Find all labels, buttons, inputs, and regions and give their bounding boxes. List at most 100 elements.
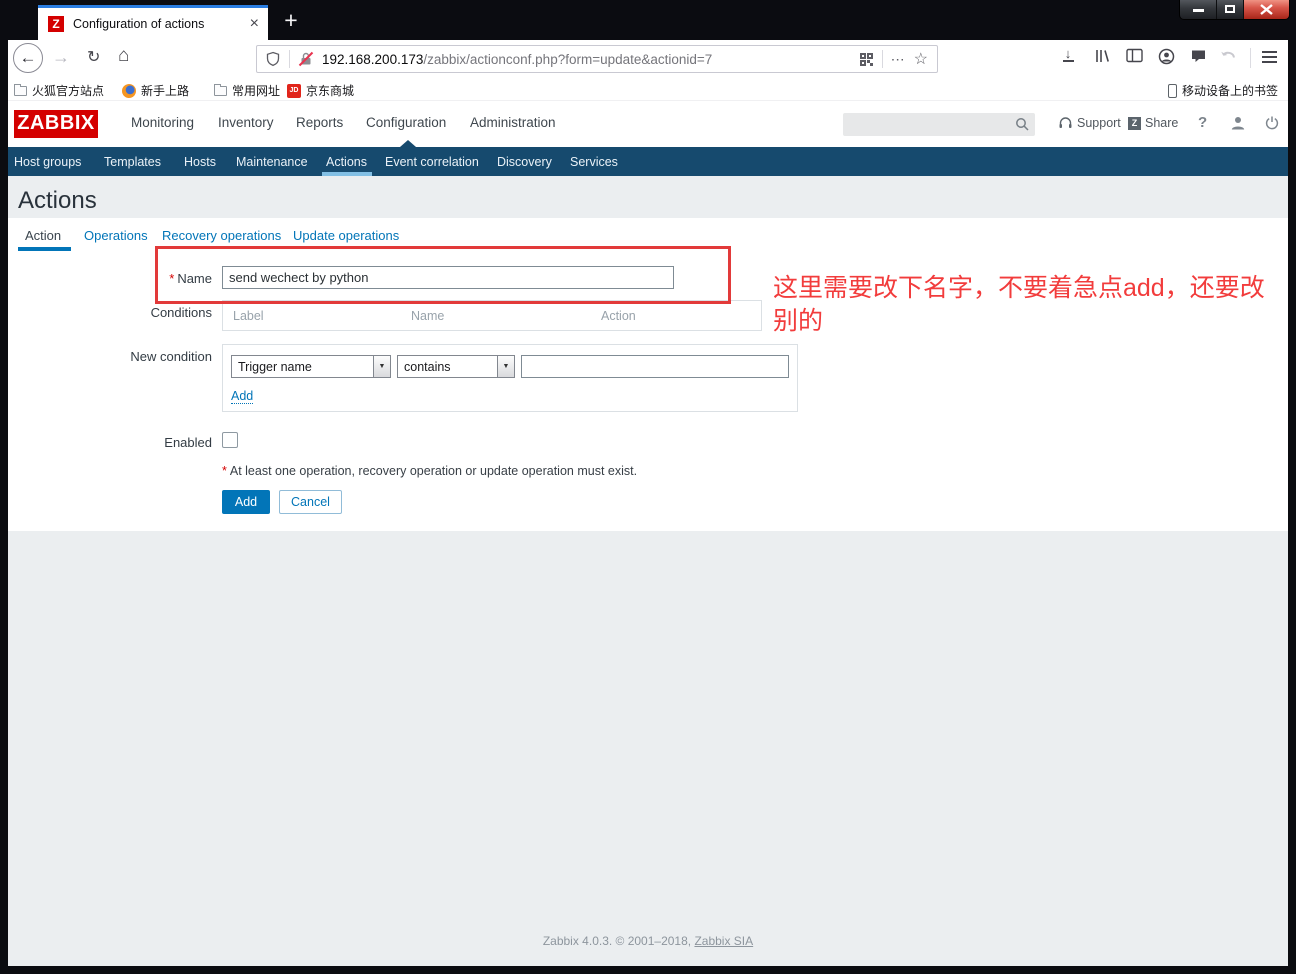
minimize-button[interactable] [1180,0,1217,19]
subnav-actions[interactable]: Actions [326,155,367,169]
folder-icon [14,83,27,96]
tab-title: Configuration of actions [73,17,205,31]
tab-close-icon[interactable]: × [250,16,259,32]
folder-icon [214,83,227,96]
browser-chrome: ← → ↻ ⌂ 192.168.200.173/zabbix/actioncon… [8,40,1288,100]
headset-icon [1059,117,1072,128]
new-condition-label: New condition [130,349,212,364]
condition-type-select[interactable]: Trigger name ▼ [231,355,391,378]
zabbix-favicon-icon: Z [48,16,64,32]
zabbix-subnav: Host groups Templates Hosts Maintenance … [8,140,1288,176]
tab-update-operations[interactable]: Update operations [293,228,399,243]
conditions-header-name: Name [411,309,445,323]
bookmark-star-icon[interactable]: ☆ [914,49,928,69]
active-menu-notch [400,140,416,147]
required-asterisk: * [222,464,227,478]
add-condition-link[interactable]: Add [231,389,254,404]
browser-tab[interactable]: Z Configuration of actions × [38,5,268,40]
qr-scan-icon[interactable] [859,52,874,67]
url-domain: 192.168.200.173 [322,51,424,67]
window-titlebar: Z Configuration of actions × + [0,0,1296,40]
url-bar[interactable]: 192.168.200.173/zabbix/actionconf.php?fo… [256,45,938,73]
tab-action[interactable]: Action [25,228,61,243]
new-tab-button[interactable]: + [278,8,304,34]
close-button[interactable] [1244,0,1289,19]
subnav-event-correlation[interactable]: Event correlation [385,155,479,169]
help-icon[interactable]: ? [1198,114,1207,131]
page-content: Actions Action Operations Recovery opera… [8,176,1288,966]
tab-recovery-operations[interactable]: Recovery operations [162,228,281,243]
sidebar-icon[interactable] [1126,48,1143,68]
tab-operations[interactable]: Operations [84,228,148,243]
bookmark-item[interactable]: JD 京东商城 [287,82,354,99]
undo-sync-icon[interactable] [1220,48,1237,68]
url-path: /zabbix/actionconf.php?form=update&actio… [423,51,713,67]
condition-operator-select[interactable]: contains ▼ [397,355,515,378]
tab-active-underline [18,247,71,251]
url-text[interactable]: 192.168.200.173/zabbix/actionconf.php?fo… [322,52,712,67]
share-link[interactable]: Z Share [1128,116,1178,130]
annotation-text: 这里需要改下名字，不要着急点add，还要改别的 [773,274,1265,335]
insecure-lock-icon[interactable] [298,51,314,67]
nav-inventory[interactable]: Inventory [218,115,274,130]
mobile-bookmarks-item[interactable]: 移动设备上的书签 [1167,82,1278,99]
forward-button[interactable]: → [52,47,70,68]
reload-button[interactable]: ↻ [87,47,100,67]
toolbar-divider [1250,48,1251,68]
jd-logo-icon: JD [287,83,301,98]
chat-bubble-icon[interactable] [1190,48,1207,69]
conditions-table: Label Name Action [222,300,762,331]
subnav-services[interactable]: Services [570,155,618,169]
condition-operator-value: contains [404,359,451,374]
nav-reports[interactable]: Reports [296,115,343,130]
support-link[interactable]: Support [1058,116,1121,130]
global-search-input[interactable] [843,113,1035,136]
bookmark-item[interactable]: 火狐官方站点 [14,82,104,99]
nav-monitoring[interactable]: Monitoring [131,115,194,130]
account-icon[interactable] [1158,48,1175,70]
page-title: Actions [18,187,97,214]
window-controls [1179,0,1290,20]
bookmark-label: 新手上路 [141,84,190,98]
condition-value-input[interactable] [521,355,789,378]
nav-configuration[interactable]: Configuration [366,115,446,130]
downloads-icon[interactable]: ↓ [1060,47,1076,62]
subnav-discovery[interactable]: Discovery [497,155,552,169]
zabbix-share-icon: Z [1128,116,1141,130]
zabbix-logo[interactable]: ZABBIX [14,110,98,138]
annotation-highlight-box [155,246,731,304]
home-button[interactable]: ⌂ [118,45,129,67]
library-icon[interactable] [1094,48,1112,69]
page-actions-icon[interactable]: ⋯ [891,51,906,68]
enabled-checkbox[interactable] [222,432,238,448]
conditions-header-label: Label [233,309,264,323]
urlbar-divider [881,50,883,68]
logout-power-icon[interactable] [1264,115,1280,136]
tracking-protection-shield-icon[interactable] [265,51,281,67]
footer-text: Zabbix 4.0.3. © 2001–2018, [542,934,695,948]
subnav-templates[interactable]: Templates [104,155,161,169]
cancel-button[interactable]: Cancel [279,490,342,514]
chevron-down-icon: ▼ [497,356,514,377]
bookmark-item[interactable]: 常用网址 [214,82,280,99]
bookmark-item[interactable]: 新手上路 [122,82,189,99]
subnav-host-groups[interactable]: Host groups [14,155,81,169]
nav-administration[interactable]: Administration [470,115,556,130]
maximize-button[interactable] [1217,0,1244,19]
user-profile-icon[interactable] [1230,115,1246,136]
chevron-down-icon: ▼ [373,356,390,377]
urlbar-divider [289,50,290,68]
footer-link[interactable]: Zabbix SIA [694,934,753,948]
menu-hamburger-icon[interactable] [1262,51,1277,66]
conditions-header-action: Action [601,309,636,323]
add-button[interactable]: Add [222,490,270,514]
support-label: Support [1077,116,1121,130]
share-label: Share [1145,116,1179,130]
zabbix-header: ZABBIX Monitoring Inventory Reports Conf… [8,100,1288,147]
subnav-hosts[interactable]: Hosts [184,155,216,169]
subnav-maintenance[interactable]: Maintenance [236,155,308,169]
required-note: * At least one operation, recovery operat… [222,464,638,478]
phone-icon [1167,83,1177,98]
enabled-label: Enabled [164,435,212,450]
back-button[interactable]: ← [13,43,43,73]
